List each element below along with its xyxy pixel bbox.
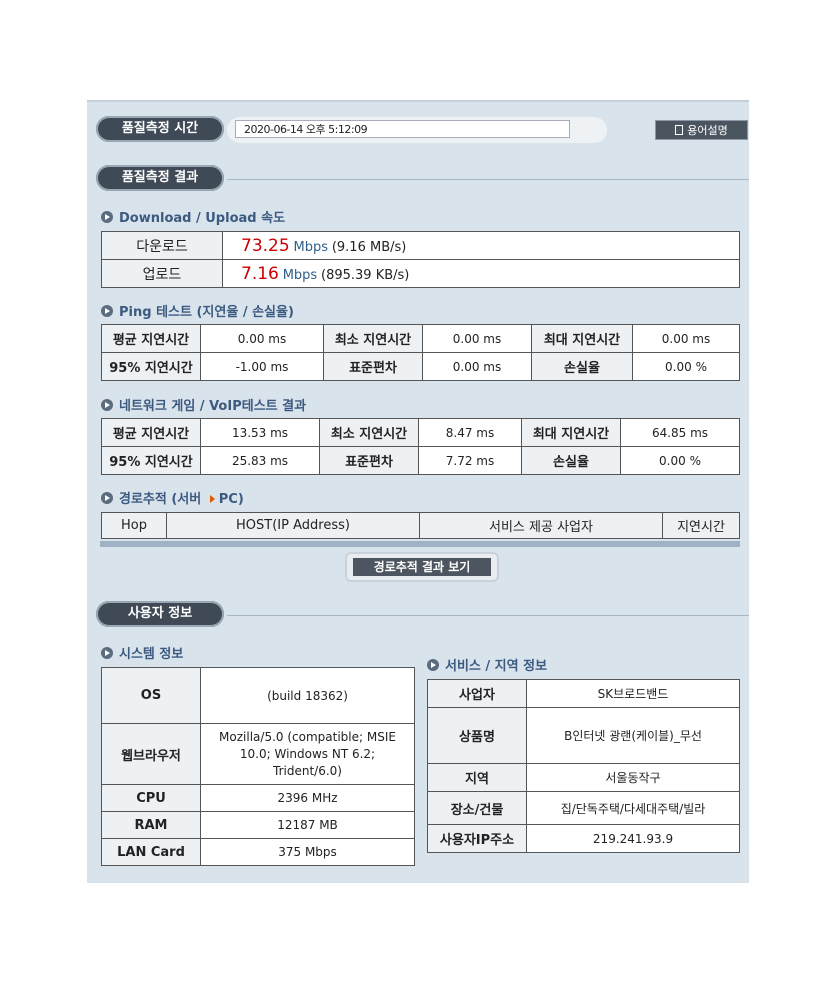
upload-value-cell: 7.16 Mbps (895.39 KB/s) — [222, 259, 740, 288]
divider — [227, 615, 749, 616]
ping-cell: 0.00 ms — [422, 324, 532, 353]
system-label: OS — [101, 667, 201, 724]
voip-section-title: 네트워크 게임 / VoIP테스트 결과 — [101, 395, 306, 414]
service-table: 사업자 SK브로드밴드 상품명 B인터넷 광랜(케이블)_무선 지역 서울동작구… — [427, 679, 740, 853]
upload-extra: (895.39 KB/s) — [321, 267, 410, 283]
ping-cell: 최대 지연시간 — [531, 324, 633, 353]
ping-cell: 0.00 ms — [632, 324, 740, 353]
service-label: 상품명 — [427, 707, 527, 764]
arrow-right-icon — [209, 495, 215, 503]
bullet-icon — [101, 492, 113, 504]
voip-cell: 64.85 ms — [620, 418, 740, 447]
trace-result-label: 경로추적 결과 보기 — [353, 558, 491, 576]
trace-header: Hop — [101, 512, 167, 539]
voip-cell: 평균 지연시간 — [101, 418, 201, 447]
ping-cell: 0.00 % — [632, 352, 740, 381]
service-value: B인터넷 광랜(케이블)_무선 — [526, 707, 740, 764]
upload-label: 업로드 — [101, 259, 223, 288]
system-label: RAM — [101, 811, 201, 839]
system-label: 웹브라우저 — [101, 723, 201, 785]
trace-section-title: 경로추적 (서버 PC) — [101, 488, 244, 507]
ping-cell: 표준편차 — [323, 352, 423, 381]
system-value: Mozilla/5.0 (compatible; MSIE 10.0; Wind… — [200, 723, 415, 785]
system-section-title: 시스템 정보 — [101, 643, 183, 662]
service-value: SK브로드밴드 — [526, 679, 740, 708]
trace-bar — [100, 541, 740, 547]
trace-result-button[interactable]: 경로추적 결과 보기 — [345, 552, 499, 582]
voip-table: 평균 지연시간 13.53 ms 최소 지연시간 8.47 ms 최대 지연시간… — [101, 418, 740, 475]
ping-cell: -1.00 ms — [200, 352, 324, 381]
system-table: OS (build 18362) 웹브라우저 Mozilla/5.0 (comp… — [101, 667, 415, 866]
bullet-icon — [427, 659, 439, 671]
ping-cell: 0.00 ms — [200, 324, 324, 353]
divider — [227, 179, 749, 180]
download-unit: Mbps — [293, 239, 329, 255]
voip-cell: 13.53 ms — [200, 418, 320, 447]
document-icon — [675, 125, 684, 135]
service-label: 사업자 — [427, 679, 527, 708]
voip-cell: 0.00 % — [620, 446, 740, 475]
trace-header: 지연시간 — [662, 512, 740, 539]
measure-result-label: 품질측정 결과 — [96, 165, 224, 191]
ping-cell: 평균 지연시간 — [101, 324, 201, 353]
system-value: 12187 MB — [200, 811, 415, 839]
download-label: 다운로드 — [101, 231, 223, 260]
speed-section-title: Download / Upload 속도 — [101, 207, 285, 226]
measure-time-value: 2020-06-14 오후 5:12:09 — [235, 120, 570, 138]
service-value: 219.241.93.9 — [526, 824, 740, 853]
voip-cell: 최소 지연시간 — [319, 418, 419, 447]
ping-table: 평균 지연시간 0.00 ms 최소 지연시간 0.00 ms 최대 지연시간 … — [101, 324, 740, 381]
bullet-icon — [101, 647, 113, 659]
upload-value: 7.16 — [241, 263, 279, 284]
voip-cell: 25.83 ms — [200, 446, 320, 475]
download-extra: (9.16 MB/s) — [331, 239, 407, 255]
trace-header: 서비스 제공 사업자 — [419, 512, 663, 539]
service-label: 사용자IP주소 — [427, 824, 527, 853]
voip-cell: 95% 지연시간 — [101, 446, 201, 475]
ping-cell: 최소 지연시간 — [323, 324, 423, 353]
trace-header: HOST(IP Address) — [166, 512, 420, 539]
bullet-icon — [101, 399, 113, 411]
service-label: 장소/건물 — [427, 791, 527, 825]
glossary-button[interactable]: 용어설명 — [655, 120, 748, 140]
speed-table: 다운로드 73.25 Mbps (9.16 MB/s) 업로드 7.16 Mbp… — [101, 231, 740, 288]
service-section-title: 서비스 / 지역 정보 — [427, 655, 547, 674]
voip-cell: 최대 지연시간 — [521, 418, 621, 447]
download-value: 73.25 — [241, 235, 290, 256]
system-label: LAN Card — [101, 838, 201, 866]
bullet-icon — [101, 305, 113, 317]
ping-cell: 손실율 — [531, 352, 633, 381]
ping-cell: 95% 지연시간 — [101, 352, 201, 381]
voip-cell: 손실율 — [521, 446, 621, 475]
system-value: 2396 MHz — [200, 784, 415, 812]
voip-cell: 표준편차 — [319, 446, 419, 475]
service-label: 지역 — [427, 763, 527, 792]
voip-cell: 8.47 ms — [418, 418, 522, 447]
glossary-label: 용어설명 — [687, 124, 728, 137]
service-value: 서울동작구 — [526, 763, 740, 792]
trace-table: Hop HOST(IP Address) 서비스 제공 사업자 지연시간 — [101, 512, 740, 539]
ping-section-title: Ping 테스트 (지연율 / 손실율) — [101, 301, 294, 320]
system-value: 375 Mbps — [200, 838, 415, 866]
service-value: 집/단독주택/다세대주택/빌라 — [526, 791, 740, 825]
upload-unit: Mbps — [282, 267, 318, 283]
download-value-cell: 73.25 Mbps (9.16 MB/s) — [222, 231, 740, 260]
user-info-label: 사용자 정보 — [96, 601, 224, 627]
voip-cell: 7.72 ms — [418, 446, 522, 475]
bullet-icon — [101, 211, 113, 223]
ping-cell: 0.00 ms — [422, 352, 532, 381]
system-value: (build 18362) — [200, 667, 415, 724]
measure-time-label: 품질측정 시간 — [96, 116, 224, 142]
system-label: CPU — [101, 784, 201, 812]
